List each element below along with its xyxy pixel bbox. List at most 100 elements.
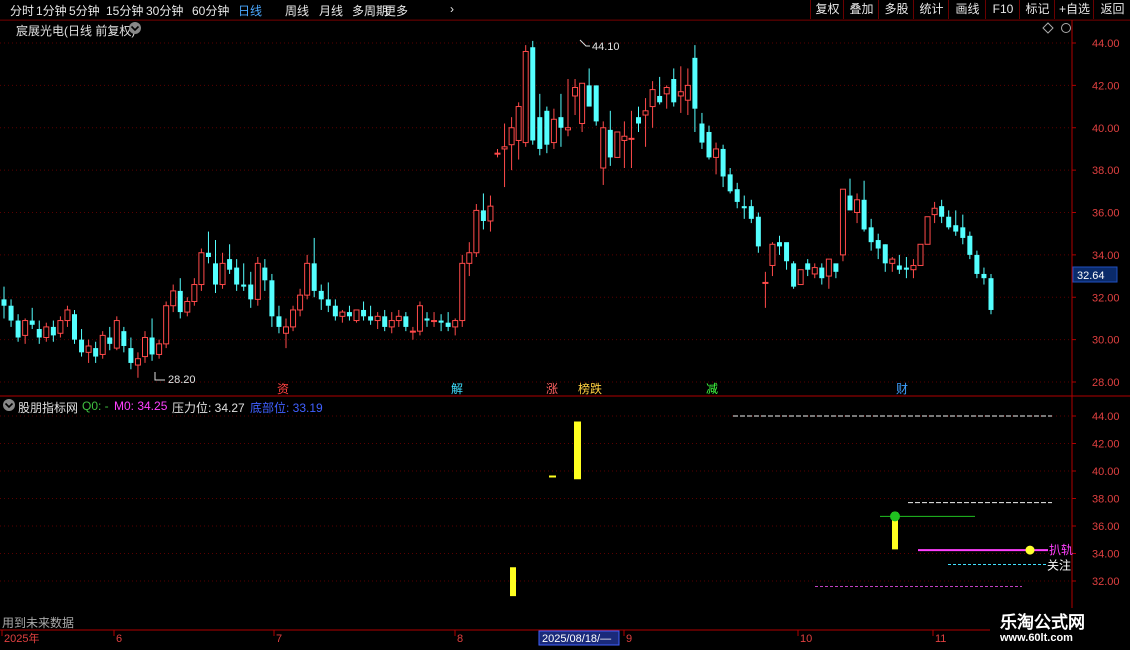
- y-tick-label: 40.00: [1092, 123, 1120, 135]
- candle-body: [797, 269, 804, 286]
- candle-body: [283, 326, 289, 334]
- low-pointer: [154, 372, 165, 381]
- candle-body: [142, 337, 148, 358]
- candle-body: [621, 135, 628, 141]
- indicator-bar: [574, 421, 581, 480]
- watermark: 乐淘公式网 www.60lt.com: [990, 608, 1130, 650]
- kline-label: 扒轨: [1049, 543, 1073, 557]
- candle-body: [431, 320, 438, 323]
- candle-body: [72, 314, 77, 340]
- candle-body: [382, 316, 388, 327]
- candle-body: [325, 299, 331, 306]
- candle-body: [248, 284, 254, 300]
- candle-body: [85, 345, 92, 353]
- candle-body: [346, 312, 352, 317]
- candle-body: [713, 148, 720, 158]
- candle-body: [974, 254, 980, 274]
- candle-body: [269, 280, 275, 317]
- candle-body: [537, 117, 543, 149]
- candle-body: [777, 242, 782, 247]
- candle-body: [128, 348, 134, 363]
- candle-body: [15, 320, 21, 338]
- candle-body: [50, 326, 56, 336]
- candle-body: [861, 199, 867, 230]
- date-label: 8: [457, 633, 463, 645]
- m0-value: M0: 34.25: [114, 399, 168, 413]
- date-label: 10: [800, 633, 812, 645]
- candle-body: [671, 79, 677, 103]
- candle-body: [684, 84, 691, 101]
- candle-body: [93, 348, 99, 357]
- candle-body: [8, 305, 14, 321]
- candle-body: [805, 263, 811, 270]
- candle-body: [649, 89, 656, 108]
- candle-body: [720, 148, 726, 177]
- chevron-down-icon[interactable]: [128, 21, 142, 38]
- candle-body: [262, 267, 268, 281]
- candle-body: [882, 244, 888, 264]
- event-marker-0: 资: [277, 382, 289, 396]
- candle-body: [748, 206, 754, 219]
- candle-body: [530, 47, 536, 141]
- candle-body: [734, 189, 740, 202]
- candle-body: [946, 216, 952, 228]
- date-highlight: 2025/08/18/—: [542, 633, 611, 645]
- stock-chart[interactable]: 44.00 42.00 40.00 38.00 36.00 34.00 32.00 30.00…: [0, 0, 1130, 650]
- date-label: 6: [116, 633, 122, 645]
- candle-body: [213, 263, 218, 285]
- candle-body: [205, 252, 211, 257]
- date-label: 7: [276, 633, 282, 645]
- y-tick-label: 28.00: [1092, 377, 1120, 389]
- candle-body: [107, 337, 113, 344]
- candle-body: [741, 206, 747, 209]
- candle-body: [57, 320, 64, 334]
- candle-body: [409, 330, 416, 333]
- candle-body: [438, 320, 444, 323]
- candle-body: [276, 316, 282, 327]
- bottom-value: 底部位: 33.19: [250, 401, 323, 415]
- future-data-note: 用到未来数据: [2, 616, 75, 630]
- candle-body: [156, 343, 163, 355]
- candle-body: [550, 118, 557, 144]
- indicator-y-tick-label: 40.00: [1092, 466, 1120, 478]
- circle-icon[interactable]: [1060, 22, 1072, 37]
- candle-body: [297, 294, 304, 311]
- candle-body: [784, 242, 790, 262]
- candle-body: [642, 110, 649, 116]
- event-marker-2: 涨: [546, 381, 558, 396]
- event-marker-3: 榜跌: [578, 381, 602, 396]
- diamond-icon[interactable]: [1042, 22, 1054, 37]
- candle-body: [134, 358, 141, 366]
- candle-body: [586, 85, 592, 107]
- candle-body: [170, 290, 177, 307]
- candle-body: [579, 82, 586, 125]
- candle-body: [960, 227, 966, 238]
- date-label: 11: [935, 633, 946, 645]
- current-price: 32.64: [1077, 270, 1105, 282]
- candle-body: [36, 329, 42, 338]
- candle-body: [833, 263, 839, 272]
- candle-body: [494, 152, 501, 155]
- candle-body: [353, 309, 360, 322]
- m0-dot: [1025, 545, 1035, 555]
- indicator-menu-icon[interactable]: [2, 398, 16, 415]
- candle-body: [227, 259, 233, 270]
- candle-body: [847, 195, 853, 211]
- candle-body: [854, 199, 861, 214]
- indicator-y-tick-label: 34.00: [1092, 549, 1120, 561]
- y-tick-label: 36.00: [1092, 208, 1120, 220]
- candle-body: [614, 131, 621, 158]
- candle-body: [868, 227, 874, 243]
- low-label: 28.20: [168, 374, 196, 386]
- candle-body: [692, 57, 698, 109]
- candle-body: [480, 210, 486, 221]
- candle-body: [241, 284, 247, 287]
- candle-body: [121, 331, 127, 346]
- candle-body: [628, 137, 635, 140]
- candle-body: [318, 290, 324, 300]
- event-marker-5: 财: [896, 382, 908, 396]
- focus-label: 关注: [1047, 558, 1071, 573]
- watermark-title: 乐淘公式网: [1000, 613, 1085, 632]
- candle-body: [819, 267, 825, 279]
- candle-body: [311, 263, 317, 291]
